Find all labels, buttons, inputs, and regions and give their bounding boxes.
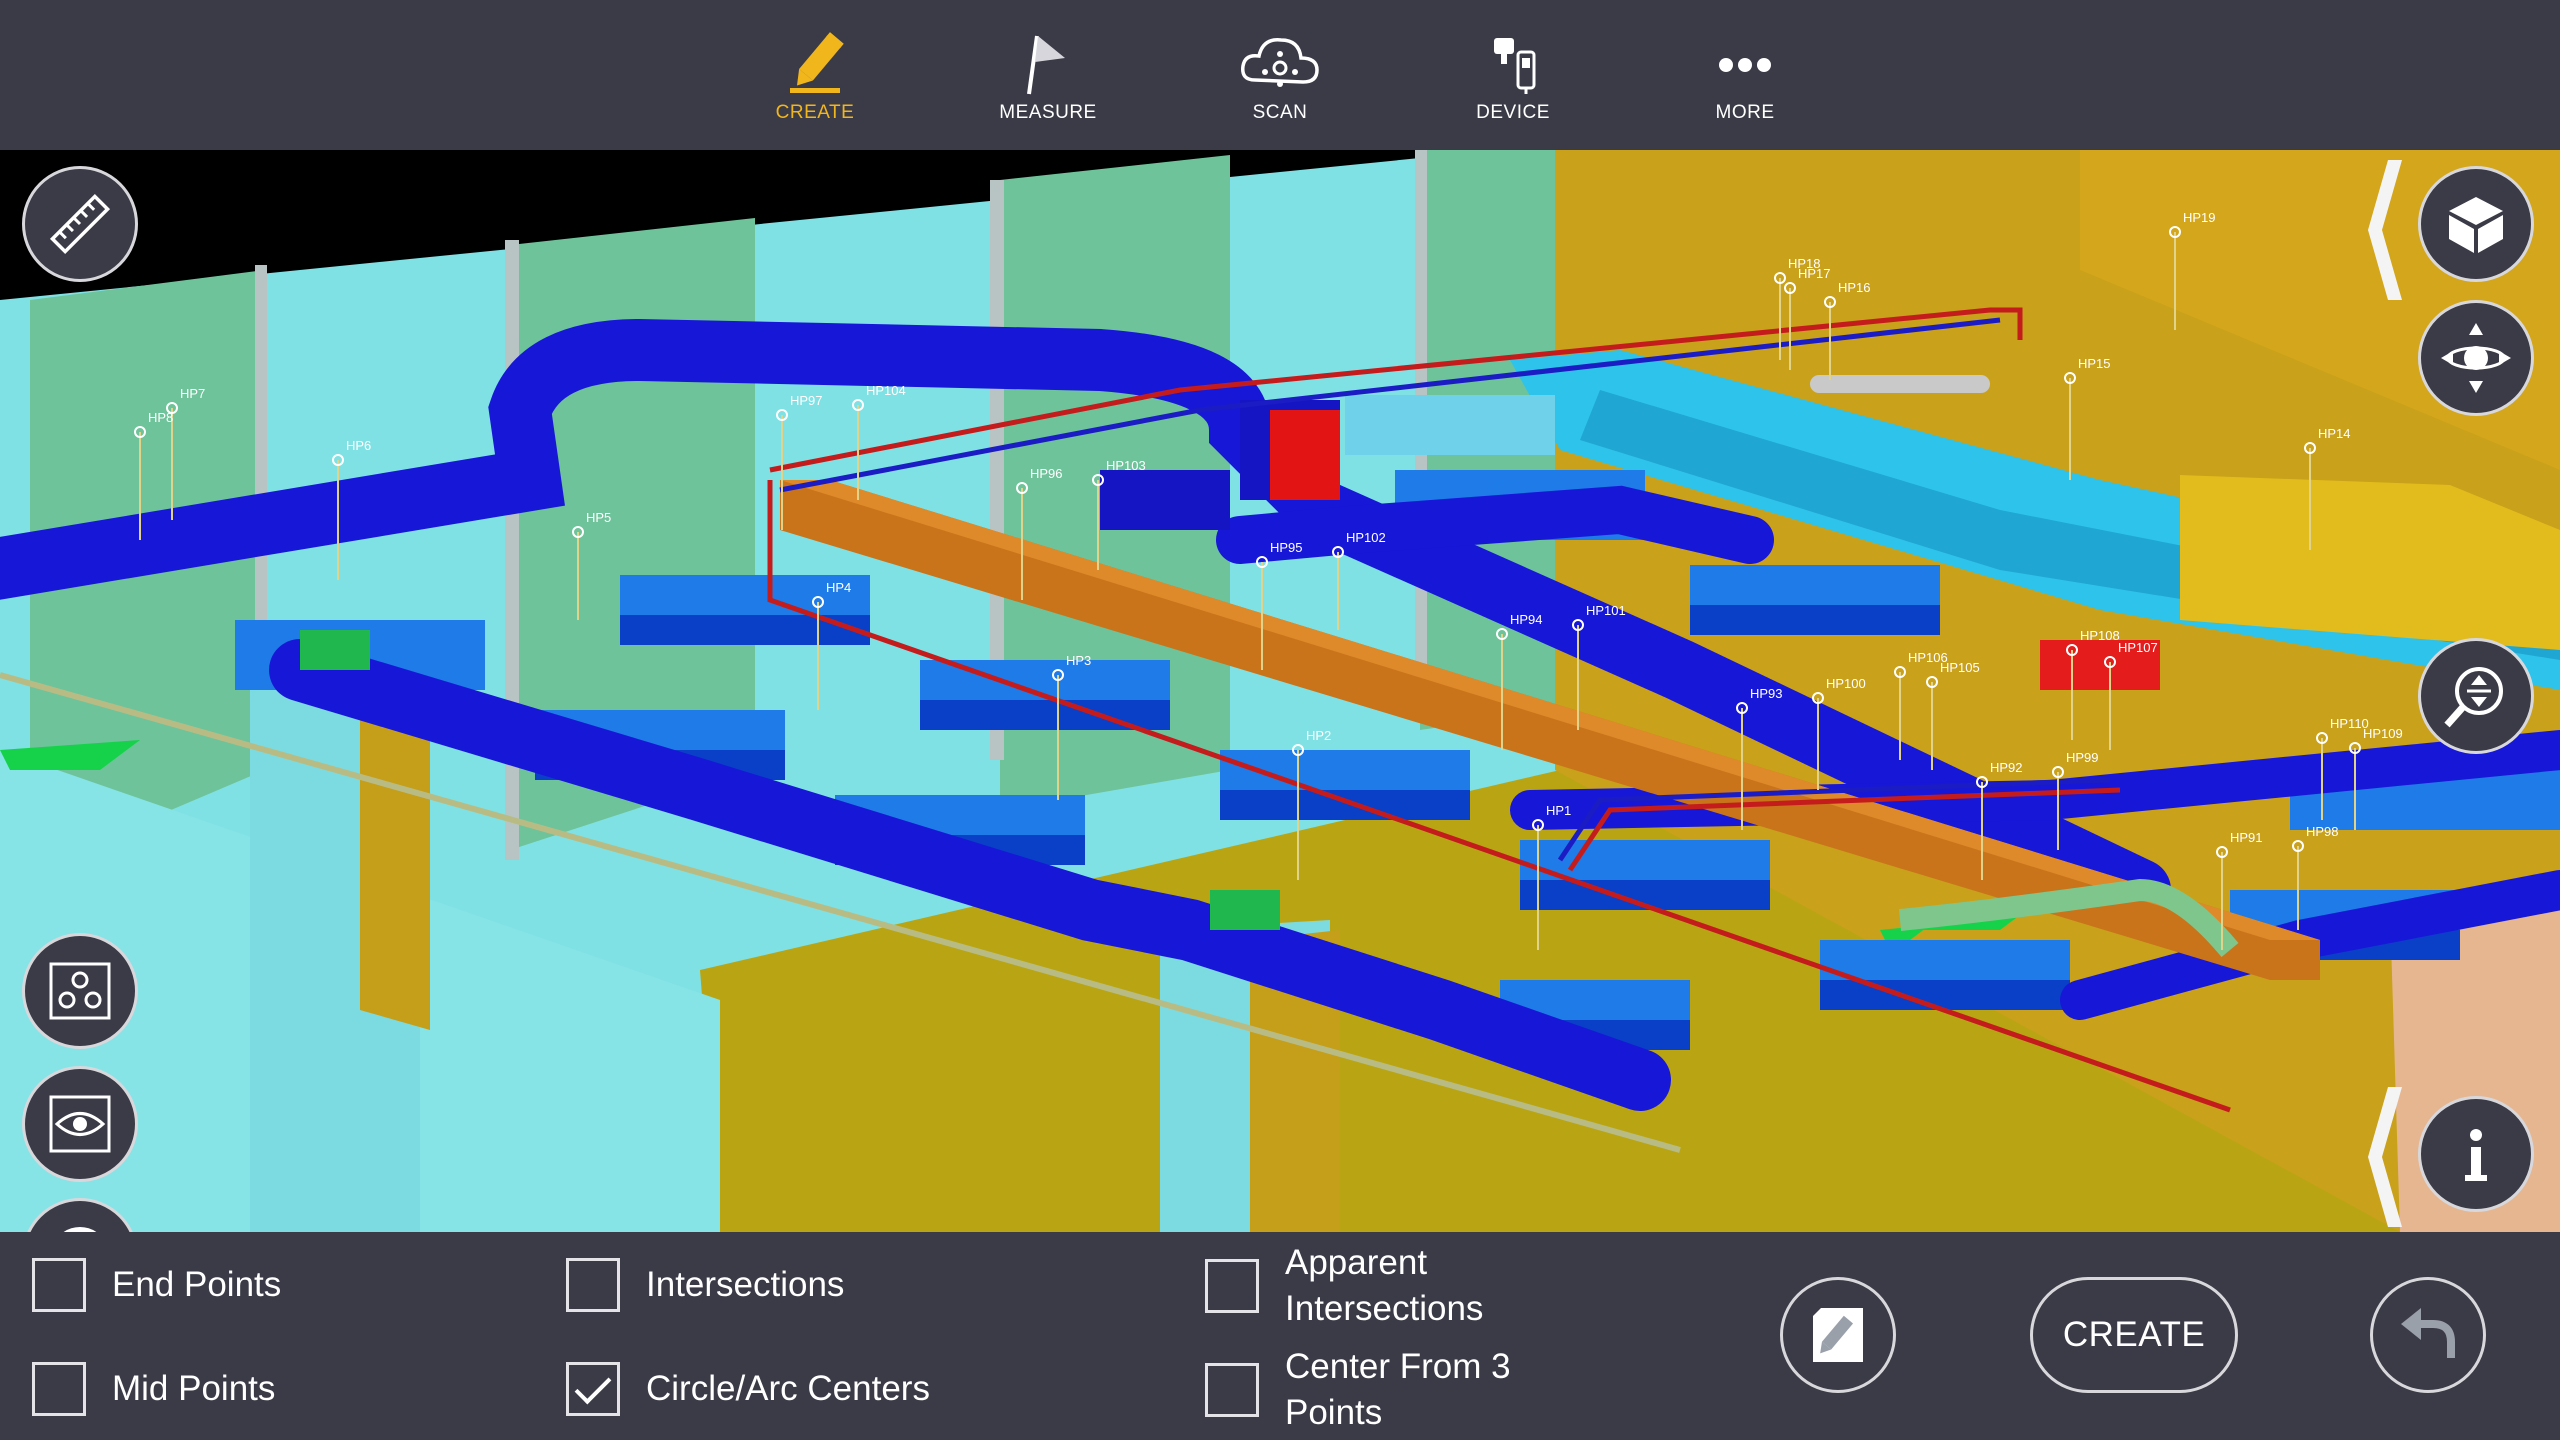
3d-viewport[interactable]: HP1 HP2 HP3 HP4 HP5 HP6 HP7 HP8 HP14 HP15 HP16 HP17… bbox=[0, 150, 2560, 1232]
hanger-point-label: HP98 bbox=[2306, 824, 2339, 839]
flag-icon bbox=[1027, 35, 1065, 95]
tab-scan[interactable]: SCAN bbox=[1190, 28, 1370, 138]
hanger-point-label: HP4 bbox=[826, 580, 851, 595]
bottom-right-panel-tab[interactable] bbox=[2368, 1087, 2402, 1227]
tab-device-label: DEVICE bbox=[1476, 102, 1550, 123]
hanger-point-label: HP100 bbox=[1826, 676, 1866, 691]
measure-tool-button[interactable] bbox=[22, 166, 138, 282]
hanger-point-label: HP93 bbox=[1750, 686, 1783, 701]
cube-view-icon bbox=[2449, 197, 2503, 253]
hanger-point-label: HP91 bbox=[2230, 830, 2263, 845]
app-root: CREATE MEASURE SCAN DEVICE MORE HP1 HP2 … bbox=[0, 0, 2560, 1440]
hanger-point-label: HP19 bbox=[2183, 210, 2216, 225]
circle-arc-centers-checkbox[interactable] bbox=[566, 1362, 620, 1416]
snap-points-icon bbox=[49, 962, 111, 1020]
snap-apparent-intersections[interactable]: Apparent Intersections bbox=[1205, 1240, 1545, 1332]
end-points-checkbox[interactable] bbox=[32, 1258, 86, 1312]
create-button[interactable]: CREATE bbox=[2030, 1277, 2238, 1393]
tab-measure-label: MEASURE bbox=[999, 102, 1097, 123]
undo-button[interactable] bbox=[2370, 1277, 2486, 1393]
hanger-point-label: HP110 bbox=[2330, 716, 2369, 731]
info-button[interactable] bbox=[2418, 1096, 2534, 1212]
hanger-point-label: HP107 bbox=[2118, 640, 2158, 655]
tab-device[interactable]: DEVICE bbox=[1423, 28, 1603, 138]
hanger-point-label: HP102 bbox=[1346, 530, 1386, 545]
tab-create-label: CREATE bbox=[775, 102, 855, 123]
hanger-point-label: HP8 bbox=[148, 410, 173, 425]
intersections-checkbox[interactable] bbox=[566, 1258, 620, 1312]
end-points-label: End Points bbox=[112, 1265, 282, 1304]
bim-model-render: HP1HP2HP3HP4HP5HP6HP7HP8HP14HP15HP16HP17… bbox=[0, 150, 2560, 1232]
snap-intersections[interactable]: Intersections bbox=[566, 1258, 844, 1312]
hanger-point-label: HP103 bbox=[1106, 458, 1146, 473]
intersections-label: Intersections bbox=[646, 1265, 845, 1304]
edit-note-button[interactable] bbox=[1780, 1277, 1896, 1393]
top-toolbar: CREATE MEASURE SCAN DEVICE MORE bbox=[0, 0, 2560, 150]
device-icon bbox=[1494, 38, 1536, 94]
center-from-3-points-checkbox[interactable] bbox=[1205, 1363, 1259, 1417]
note-edit-icon bbox=[1813, 1308, 1863, 1362]
hanger-point-label: HP95 bbox=[1270, 540, 1303, 555]
hanger-point-label: HP1 bbox=[1546, 803, 1571, 818]
tab-more[interactable]: MORE bbox=[1655, 28, 1835, 138]
more-icon bbox=[1719, 58, 1771, 72]
tab-scan-label: SCAN bbox=[1252, 102, 1308, 123]
hanger-point-label: HP94 bbox=[1510, 612, 1543, 627]
snap-circle-arc-centers[interactable]: Circle/Arc Centers bbox=[566, 1362, 930, 1416]
hanger-point-label: HP106 bbox=[1908, 650, 1948, 665]
hanger-point-label: HP3 bbox=[1066, 653, 1091, 668]
pencil-icon bbox=[790, 32, 844, 93]
ruler-icon bbox=[49, 193, 111, 255]
hanger-point-label: HP16 bbox=[1838, 280, 1871, 295]
hanger-point-label: HP2 bbox=[1306, 728, 1331, 743]
hanger-point-label: HP97 bbox=[790, 393, 823, 408]
visibility-icon bbox=[49, 1095, 111, 1153]
snap-end-points[interactable]: End Points bbox=[32, 1258, 281, 1312]
snap-settings-button[interactable] bbox=[22, 933, 138, 1049]
zoom-extents-icon bbox=[2444, 667, 2503, 728]
zoom-extents-button[interactable] bbox=[2418, 638, 2534, 754]
snap-center-from-3-points[interactable]: Center From 3 Points bbox=[1205, 1344, 1545, 1436]
snap-options-panel: End Points Mid Points Intersections Circ… bbox=[0, 1232, 2560, 1440]
info-icon bbox=[2465, 1129, 2487, 1181]
mid-points-checkbox[interactable] bbox=[32, 1362, 86, 1416]
hanger-point-label: HP18 bbox=[1788, 256, 1821, 271]
tab-more-label: MORE bbox=[1715, 102, 1775, 123]
orbit-button[interactable] bbox=[2418, 300, 2534, 416]
hanger-point-label: HP7 bbox=[180, 386, 205, 401]
hanger-point-label: HP5 bbox=[586, 510, 611, 525]
cloud-scan-icon bbox=[1241, 38, 1319, 87]
visibility-button[interactable] bbox=[22, 1066, 138, 1182]
snap-mid-points[interactable]: Mid Points bbox=[32, 1362, 275, 1416]
hanger-point-label: HP6 bbox=[346, 438, 371, 453]
tab-measure[interactable]: MEASURE bbox=[958, 28, 1138, 138]
hanger-point-label: HP109 bbox=[2363, 726, 2403, 741]
apparent-intersections-label: Apparent Intersections bbox=[1285, 1243, 1484, 1328]
tab-create[interactable]: CREATE bbox=[725, 28, 905, 138]
cancel-icon bbox=[63, 1227, 97, 1232]
undo-icon bbox=[2401, 1308, 2455, 1358]
center-from-3-points-label: Center From 3 Points bbox=[1285, 1347, 1511, 1432]
hanger-point-label: HP14 bbox=[2318, 426, 2351, 441]
hanger-point-label: HP15 bbox=[2078, 356, 2111, 371]
top-right-panel-tab[interactable] bbox=[2368, 160, 2402, 300]
orbit-icon bbox=[2441, 323, 2511, 393]
view-cube-button[interactable] bbox=[2418, 166, 2534, 282]
hanger-point-label: HP108 bbox=[2080, 628, 2120, 643]
hanger-point-label: HP101 bbox=[1586, 603, 1626, 618]
apparent-intersections-checkbox[interactable] bbox=[1205, 1259, 1259, 1313]
hanger-point-label: HP104 bbox=[866, 383, 906, 398]
hanger-point-label: HP99 bbox=[2066, 750, 2099, 765]
hanger-point-label: HP96 bbox=[1030, 466, 1063, 481]
hanger-point-label: HP92 bbox=[1990, 760, 2023, 775]
mid-points-label: Mid Points bbox=[112, 1369, 276, 1408]
circle-arc-centers-label: Circle/Arc Centers bbox=[646, 1369, 930, 1408]
